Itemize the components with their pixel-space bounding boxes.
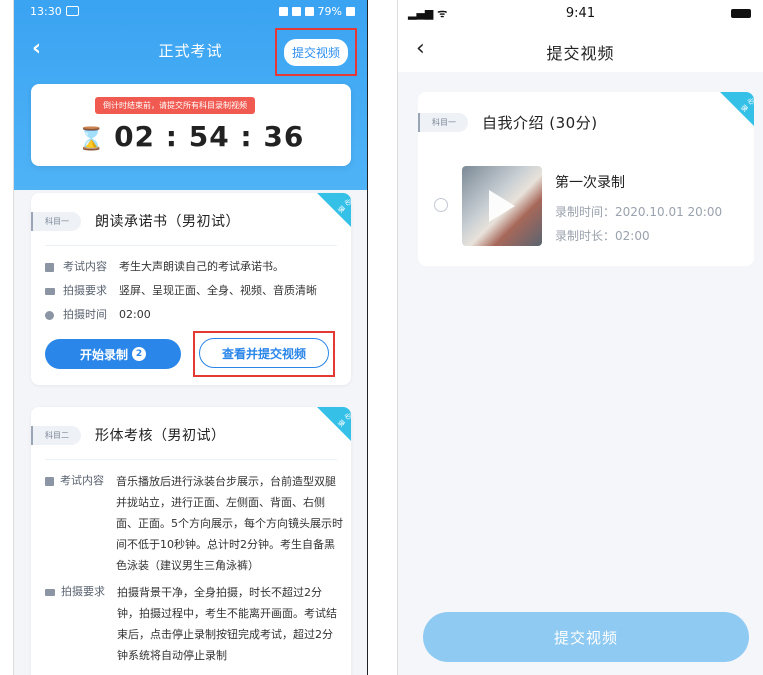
info-value: 竖屏、呈现正面、全身、视频、音质清晰 — [119, 284, 317, 297]
info-label: 拍摄要求 — [63, 284, 107, 297]
countdown-value: 02 : 54 : 36 — [114, 120, 305, 153]
info-row: 拍摄时间 02:00 — [45, 303, 343, 327]
subject-card-2: 必录 科目二 形体考核（男初试） 考试内容 音乐播放后进行泳装台步展示，台前造型… — [31, 407, 351, 675]
play-icon — [489, 190, 515, 222]
info-row: 拍摄要求 拍摄背景干净，全身拍摄，时长不超过2分钟，拍摄过程中，考生不能离开画面… — [45, 580, 343, 666]
countdown-warning: 倒计时结束前，请提交所有科目录制视频 — [95, 97, 255, 114]
submit-video-screen: ▂▄▆ ᯤ 9:41 ‹ 提交视频 必录 科目一 自我介绍 (30分) 第一次录… — [397, 0, 763, 675]
divider — [45, 459, 337, 460]
subject-header: 科目一 自我介绍 (30分) — [418, 112, 598, 133]
header: ▂▄▆ ᯤ 9:41 ‹ 提交视频 — [398, 0, 763, 72]
recording-time: 录制时间：2020.10.01 20:00 — [555, 205, 723, 219]
info-value: 考生大声朗读自己的考试承诺书。 — [119, 260, 284, 273]
subject-chip: 科目一 — [418, 113, 468, 132]
subject-header: 科目二 形体考核（男初试） — [31, 425, 226, 445]
status-time: 9:41 — [565, 6, 596, 21]
required-tag-label: 必录 — [335, 197, 351, 215]
recording-count-badge: 2 — [132, 347, 146, 361]
wifi-icon — [291, 7, 301, 16]
subject-chip: 科目一 — [31, 211, 81, 231]
subject-title: 朗读承诺书（男初试） — [95, 214, 240, 230]
divider — [45, 245, 337, 246]
status-bar: ▂▄▆ ᯤ 9:41 — [398, 0, 763, 26]
hourglass-icon: ⌛ — [77, 127, 107, 152]
info-label: 拍摄时间 — [63, 308, 107, 321]
required-tag: 必录 — [317, 193, 351, 227]
submit-video-highlight: 提交视频 — [275, 28, 357, 76]
info-value: 拍摄背景干净，全身拍摄，时长不超过2分钟，拍摄过程中，考生不能离开画面。考试结束… — [117, 586, 337, 662]
info-value: 音乐播放后进行泳装台步展示，台前造型双腿并拢站立，进行正面、左侧面、背面、右侧面… — [116, 475, 343, 572]
select-recording-radio[interactable] — [434, 198, 448, 212]
subject-title: 形体考核（男初试） — [95, 428, 226, 444]
view-and-submit-button[interactable]: 查看并提交视频 — [199, 338, 329, 368]
battery-percent: 79% — [317, 5, 342, 18]
subject-header: 科目一 朗读承诺书（男初试） — [31, 211, 240, 231]
document-icon — [45, 469, 54, 493]
view-submit-highlight: 查看并提交视频 — [193, 331, 335, 377]
submit-video-button[interactable]: 提交视频 — [423, 612, 749, 662]
exam-screen: 13:30 79% ‹ 正式考试 提交视频 倒计时结束前，请提交所有科目录制视频… — [13, 0, 368, 675]
image-icon — [66, 6, 79, 16]
info-label: 考试内容 — [60, 474, 104, 487]
status-bar: 13:30 79% — [14, 0, 367, 24]
countdown-clock: ⌛ 02 : 54 : 36 — [31, 120, 351, 153]
recording-meta: 录制时间：2020.10.01 20:00 录制时长：02:00 — [555, 200, 722, 248]
required-tag: 必录 — [720, 92, 754, 126]
subject-info: 考试内容 考生大声朗读自己的考试承诺书。 拍摄要求 竖屏、呈现正面、全身、视频、… — [45, 255, 343, 327]
required-tag-label: 必录 — [738, 96, 754, 114]
countdown-card: 倒计时结束前，请提交所有科目录制视频 ⌛ 02 : 54 : 36 — [31, 84, 351, 166]
recording-duration: 录制时长：02:00 — [555, 229, 650, 243]
battery-icon — [346, 7, 355, 16]
status-time: 13:30 — [30, 5, 62, 18]
screenshot-root: 13:30 79% ‹ 正式考试 提交视频 倒计时结束前，请提交所有科目录制视频… — [0, 0, 763, 675]
info-row: 考试内容 音乐播放后进行泳装台步展示，台前造型双腿并拢站立，进行正面、左侧面、背… — [45, 469, 343, 576]
subject-info: 考试内容 音乐播放后进行泳装台步展示，台前造型双腿并拢站立，进行正面、左侧面、背… — [45, 469, 343, 670]
subject-card-1: 必录 科目一 朗读承诺书（男初试） 考试内容 考生大声朗读自己的考试承诺书。 拍… — [31, 193, 351, 385]
required-tag-label: 必录 — [335, 411, 351, 429]
subject-card: 必录 科目一 自我介绍 (30分) 第一次录制 录制时间：2020.10.01 … — [418, 92, 754, 266]
info-row: 考试内容 考生大声朗读自己的考试承诺书。 — [45, 255, 343, 279]
start-recording-label: 开始录制 — [79, 347, 128, 362]
signal-icon — [304, 7, 314, 16]
video-thumbnail[interactable] — [462, 166, 542, 246]
subject-title: 自我介绍 (30分) — [482, 114, 598, 132]
status-right: 79% — [278, 5, 355, 18]
recording-title: 第一次录制 — [555, 175, 625, 191]
required-tag: 必录 — [317, 407, 351, 441]
page-title: 提交视频 — [546, 44, 615, 63]
battery-icon — [731, 9, 751, 18]
info-label: 拍摄要求 — [61, 585, 105, 598]
clock-icon — [45, 303, 57, 327]
subject-chip: 科目二 — [31, 425, 81, 445]
camera-icon — [45, 279, 57, 303]
info-row: 拍摄要求 竖屏、呈现正面、全身、视频、音质清晰 — [45, 279, 343, 303]
start-recording-button[interactable]: 开始录制 2 — [45, 339, 181, 369]
document-icon — [45, 255, 57, 279]
info-value: 02:00 — [119, 308, 151, 321]
camera-icon — [45, 580, 55, 604]
nav-bar: ‹ 正式考试 提交视频 — [14, 28, 367, 76]
info-label: 考试内容 — [63, 260, 107, 273]
submit-video-button[interactable]: 提交视频 — [283, 38, 348, 66]
mute-icon — [278, 7, 288, 16]
